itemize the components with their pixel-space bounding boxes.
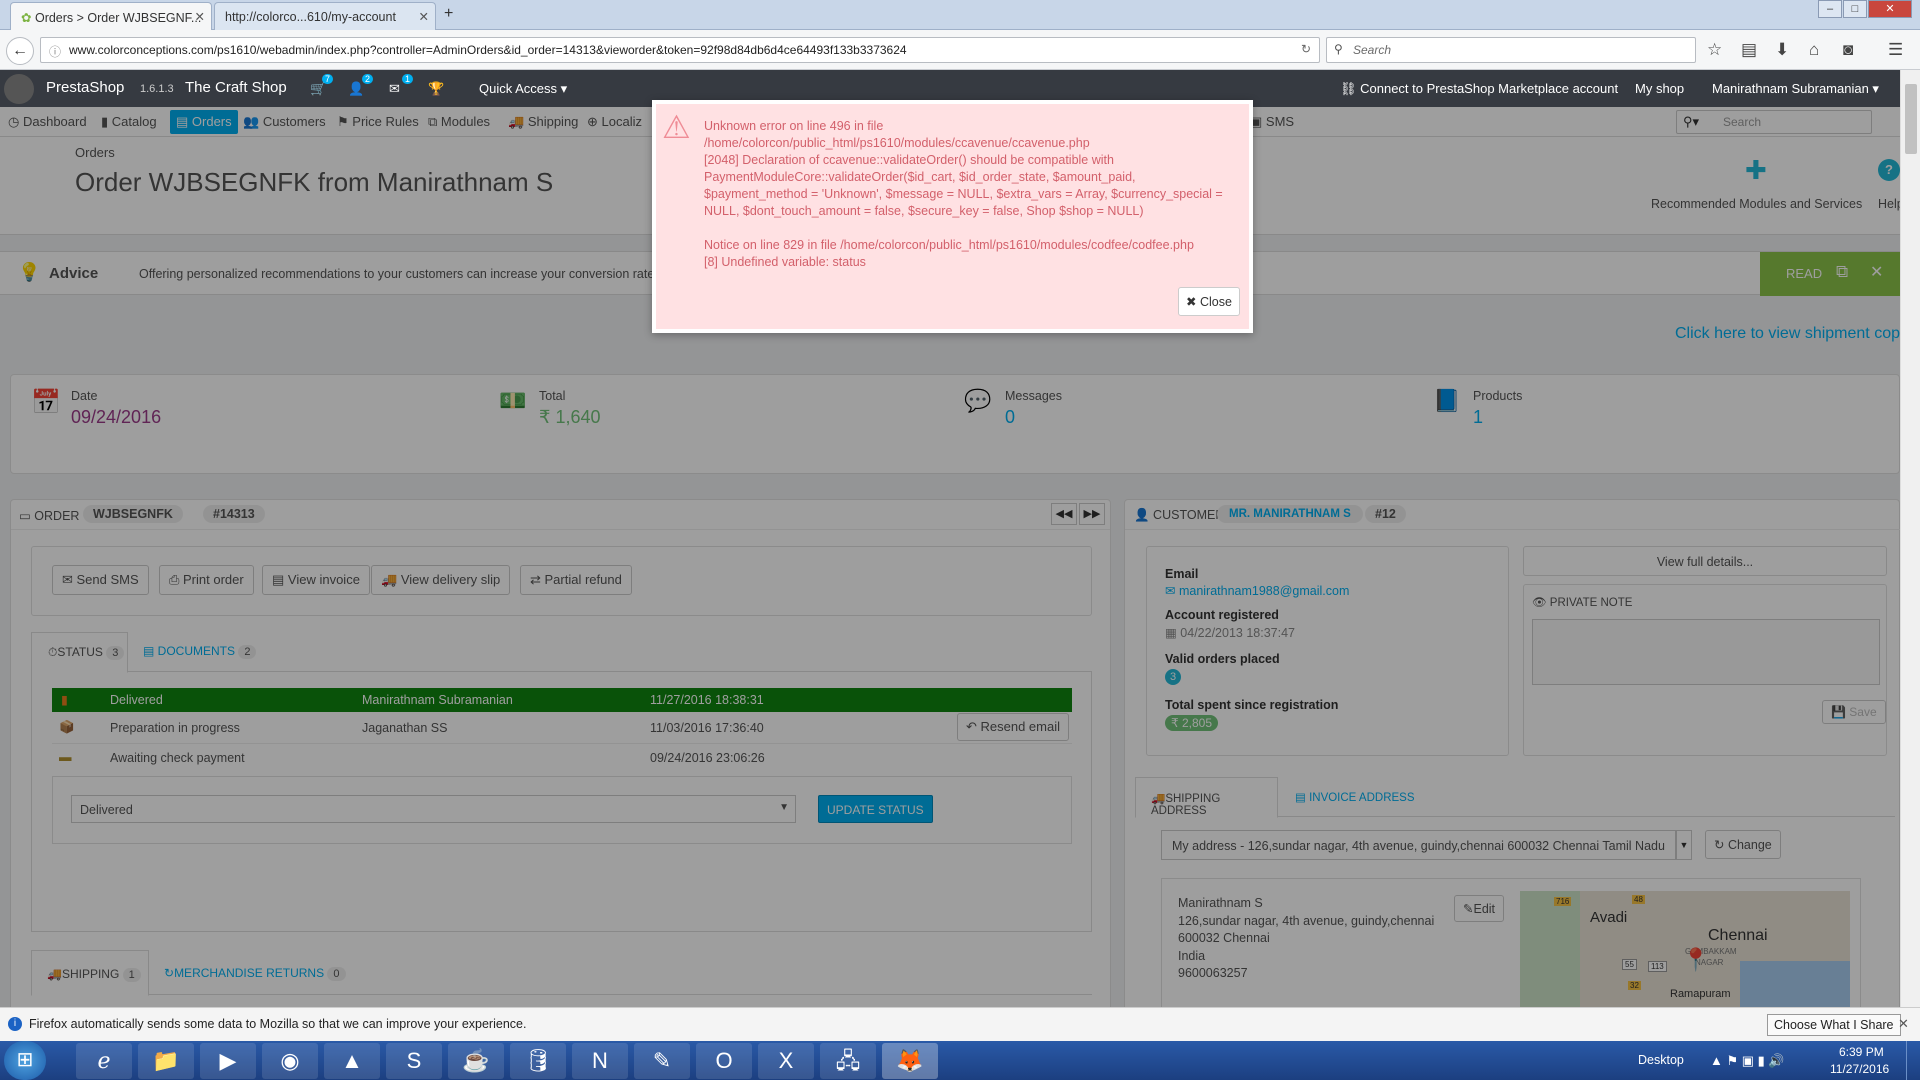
tab-title: http://colorco...610/my-account xyxy=(225,10,396,24)
menu-icon[interactable]: ☰ xyxy=(1888,40,1903,60)
bookmark-star-icon[interactable]: ☆ xyxy=(1707,40,1722,60)
button-label: Close xyxy=(1199,295,1232,309)
url-bar[interactable]: ⓘ www.colorconceptions.com/ps1610/webadm… xyxy=(40,37,1320,63)
media-player-icon[interactable]: ▶ xyxy=(200,1043,256,1079)
vlc-icon[interactable]: ▲ xyxy=(324,1043,380,1079)
tab-title: Orders > Order WJBSEGNF... xyxy=(34,11,202,25)
maximize-icon[interactable]: □ xyxy=(1843,0,1867,18)
file-explorer-icon[interactable]: 📁 xyxy=(138,1043,194,1079)
excel-icon[interactable]: X xyxy=(758,1043,814,1079)
scrollbar-thumb[interactable] xyxy=(1905,84,1917,154)
show-desktop-button[interactable] xyxy=(1906,1041,1920,1080)
user-menu[interactable]: Manirathnam Subramanian ▾ xyxy=(1712,81,1879,97)
error-line: [8] Undefined variable: status xyxy=(704,255,866,269)
clock-date[interactable]: 11/27/2016 xyxy=(1830,1062,1889,1076)
search-placeholder: Search xyxy=(1353,43,1392,57)
windows-taskbar: ⊞ ℯ 📁 ▶ ◉ ▲ S ☕ 🛢 N ✎ O X 🖧 🦊 Desktop ▲ … xyxy=(0,1041,1920,1080)
onenote-icon[interactable]: N xyxy=(572,1043,628,1079)
pocket-icon[interactable]: ◙ xyxy=(1843,40,1853,60)
messages-icon[interactable]: ✉ xyxy=(389,81,400,97)
search-icon: ⚲ xyxy=(1334,42,1343,56)
close-tab-icon[interactable]: ✕ xyxy=(195,9,205,24)
marketplace-link[interactable]: ⛓ Connect to PrestaShop Marketplace acco… xyxy=(1340,81,1618,97)
close-modal-button[interactable]: ✖ Close xyxy=(1178,287,1240,316)
start-button[interactable]: ⊞ xyxy=(4,1041,46,1080)
browser-search-input[interactable]: ⚲ Search xyxy=(1326,37,1696,63)
project-icon[interactable]: ✎ xyxy=(634,1043,690,1079)
close-icon[interactable]: ✕ xyxy=(1898,1016,1909,1032)
cart-count-badge: 7 xyxy=(322,74,334,84)
prestashop-favicon-icon: ✿ xyxy=(21,11,32,25)
prestashop-logo xyxy=(4,74,34,104)
firefox-icon[interactable]: 🦊 xyxy=(882,1043,938,1079)
chrome-icon[interactable]: ◉ xyxy=(262,1043,318,1079)
tab-orders[interactable]: ✿ Orders > Order WJBSEGNF... ✕ xyxy=(10,2,212,30)
reload-icon[interactable]: ↻ xyxy=(1301,42,1311,56)
new-tab-icon[interactable]: + xyxy=(444,5,453,23)
network-app-icon[interactable]: 🖧 xyxy=(820,1043,876,1079)
reading-list-icon[interactable]: ▤ xyxy=(1741,40,1757,60)
download-icon[interactable]: ⬇ xyxy=(1775,40,1789,60)
desktop-toolbar[interactable]: Desktop xyxy=(1638,1053,1684,1067)
firefox-notification-bar: i Firefox automatically sends some data … xyxy=(0,1007,1920,1041)
skype-icon[interactable]: S xyxy=(386,1043,442,1079)
minimize-icon[interactable]: – xyxy=(1818,0,1842,18)
trophy-icon[interactable]: 🏆 xyxy=(428,81,444,97)
choose-what-i-share-button[interactable]: Choose What I Share xyxy=(1767,1014,1901,1036)
info-icon: ⓘ xyxy=(49,45,62,59)
tray-icons[interactable]: ▲ ⚑ ▣ ▮ 🔊 xyxy=(1710,1053,1785,1069)
error-line: [2048] Declaration of ccavenue::validate… xyxy=(704,153,1223,218)
info-icon: i xyxy=(8,1017,22,1031)
customers-count-badge: 2 xyxy=(362,74,374,84)
browser-tab-bar: ✿ Orders > Order WJBSEGNF... ✕ http://co… xyxy=(0,0,1920,30)
warning-icon: ⚠ xyxy=(662,109,691,145)
user-name: Manirathnam Subramanian xyxy=(1712,81,1869,96)
customers-icon[interactable]: 👤 xyxy=(348,81,364,97)
close-tab-icon[interactable]: ✕ xyxy=(419,9,429,24)
internet-explorer-icon[interactable]: ℯ xyxy=(76,1043,132,1079)
browser-nav-bar: ← ⓘ www.colorconceptions.com/ps1610/weba… xyxy=(0,30,1920,70)
outlook-icon[interactable]: O xyxy=(696,1043,752,1079)
error-line: Unknown error on line 496 in file /home/… xyxy=(704,119,1090,150)
quick-access-menu[interactable]: Quick Access ▾ xyxy=(479,81,567,97)
tab-my-account[interactable]: http://colorco...610/my-account ✕ xyxy=(214,2,436,30)
database-icon[interactable]: 🛢 xyxy=(510,1043,566,1079)
marketplace-label: Connect to PrestaShop Marketplace accoun… xyxy=(1360,81,1619,96)
back-icon[interactable]: ← xyxy=(6,37,34,65)
error-modal: ⚠ Unknown error on line 496 in file /hom… xyxy=(652,100,1253,333)
page-scrollbar[interactable] xyxy=(1900,70,1920,1007)
home-icon[interactable]: ⌂ xyxy=(1809,40,1819,60)
error-message: Unknown error on line 496 in file /home/… xyxy=(704,118,1234,271)
notification-text: Firefox automatically sends some data to… xyxy=(29,1017,527,1031)
app-icon[interactable]: ☕ xyxy=(448,1043,504,1079)
close-window-icon[interactable]: ✕ xyxy=(1868,0,1912,18)
version: 1.6.1.3 xyxy=(140,83,174,95)
my-shop-link[interactable]: My shop xyxy=(1635,81,1684,96)
brand-name: PrestaShop xyxy=(46,79,125,96)
shop-name[interactable]: The Craft Shop xyxy=(185,79,287,96)
error-line: Notice on line 829 in file /home/colorco… xyxy=(704,238,1194,252)
quick-access-label: Quick Access xyxy=(479,81,558,96)
clock-time[interactable]: 6:39 PM xyxy=(1839,1045,1884,1059)
url-text: www.colorconceptions.com/ps1610/webadmin… xyxy=(69,43,907,57)
messages-count-badge: 1 xyxy=(402,74,414,84)
